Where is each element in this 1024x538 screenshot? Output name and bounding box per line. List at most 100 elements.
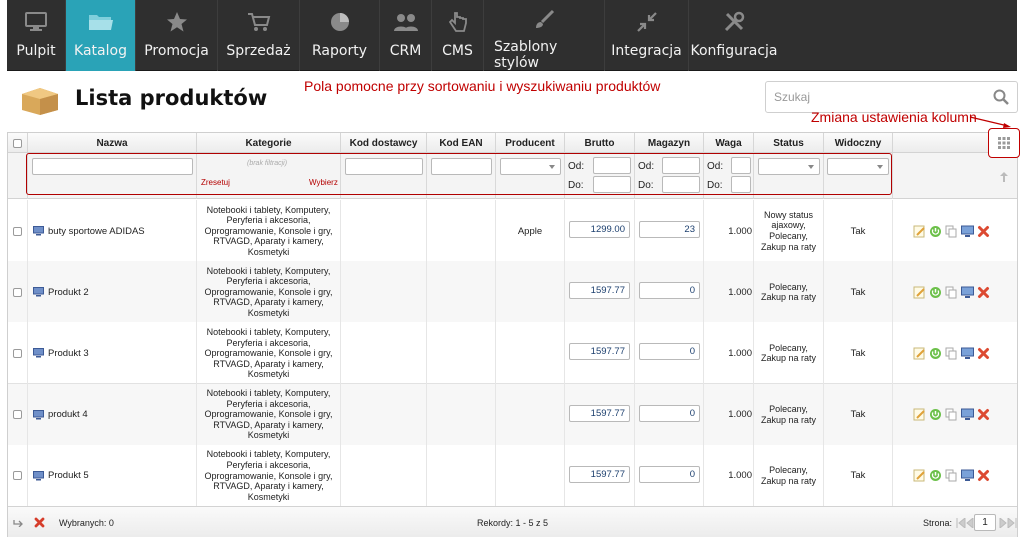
delete-icon[interactable] (977, 408, 990, 421)
column-header-waga[interactable]: Waga (704, 133, 754, 153)
nav-item-crm[interactable]: CRM (380, 0, 432, 71)
column-header-widoczny[interactable]: Widoczny (824, 133, 893, 153)
filter-magazyn-from[interactable] (662, 157, 700, 174)
page-title: Lista produktów (75, 86, 268, 110)
row-checkbox[interactable] (13, 471, 22, 481)
toggle-status-icon[interactable] (929, 286, 942, 299)
product-name[interactable]: buty sportowe ADIDAS (48, 226, 145, 237)
choose-link[interactable]: Wybierz (309, 178, 338, 187)
edit-icon[interactable] (913, 408, 926, 421)
column-header-kod-dostawcy[interactable]: Kod dostawcy (341, 133, 427, 153)
column-header-magazyn[interactable]: Magazyn (635, 133, 704, 153)
row-checkbox[interactable] (13, 348, 22, 358)
stock-input[interactable]: 23 (639, 221, 700, 238)
column-settings-button[interactable] (988, 128, 1020, 158)
product-name[interactable]: Produkt 5 (48, 470, 89, 481)
toggle-status-icon[interactable] (929, 408, 942, 421)
product-name[interactable]: produkt 4 (48, 409, 88, 420)
table-row[interactable]: buty sportowe ADIDAS Notebooki i tablety,… (8, 200, 1017, 262)
gross-price-input[interactable]: 1597.77 (569, 404, 630, 422)
toggle-status-icon[interactable] (929, 469, 942, 482)
nav-item-raporty[interactable]: Raporty (300, 0, 380, 71)
stock-input[interactable]: 0 (639, 404, 700, 422)
copy-icon[interactable] (945, 408, 958, 421)
filter-brutto-to[interactable] (593, 176, 631, 193)
gross-price-input[interactable]: 1597.77 (569, 343, 630, 361)
cell-kategorie: Notebooki i tablety, Komputery, Peryferi… (197, 322, 341, 385)
nav-item-cms[interactable]: CMS (432, 0, 484, 71)
filter-nazwa-input[interactable] (32, 158, 193, 175)
page-input[interactable] (974, 514, 996, 531)
copy-icon[interactable] (945, 469, 958, 482)
preview-icon[interactable] (961, 408, 974, 421)
scroll-top-arrow-icon[interactable] (1000, 172, 1008, 182)
filter-kod-ean-input[interactable] (431, 158, 492, 175)
column-header-kategorie[interactable]: Kategorie (197, 133, 341, 153)
filter-kod-dostawcy-input[interactable] (345, 158, 423, 175)
nav-item-szablony-stylow[interactable]: Szablony stylów (484, 0, 605, 71)
column-header-kod-ean[interactable]: Kod EAN (427, 133, 496, 153)
from-label: Od: (638, 161, 655, 172)
delete-icon[interactable] (977, 286, 990, 299)
delete-icon[interactable] (977, 347, 990, 360)
toggle-status-icon[interactable] (929, 347, 942, 360)
edit-icon[interactable] (913, 347, 926, 360)
edit-icon[interactable] (913, 286, 926, 299)
table-row[interactable]: Produkt 2 Notebooki i tablety, Komputery,… (8, 261, 1017, 324)
row-checkbox[interactable] (13, 226, 22, 236)
page-next-icon[interactable] (999, 518, 1017, 528)
page-prev-icon[interactable] (956, 518, 974, 528)
nav-item-katalog[interactable]: Katalog (66, 0, 136, 71)
copy-icon[interactable] (945, 225, 958, 238)
column-header-nazwa[interactable]: Nazwa (28, 133, 197, 153)
gross-price-input[interactable]: 1299.00 (569, 221, 630, 238)
product-name[interactable]: Produkt 2 (48, 287, 89, 298)
filter-waga-from[interactable] (731, 157, 751, 174)
copy-icon[interactable] (945, 286, 958, 299)
column-header-brutto[interactable]: Brutto (565, 133, 635, 153)
filter-widoczny-select[interactable] (827, 158, 889, 175)
edit-icon[interactable] (913, 225, 926, 238)
preview-icon[interactable] (961, 347, 974, 360)
table-row[interactable]: produkt 4 Notebooki i tablety, Komputery,… (8, 383, 1017, 446)
select-all-checkbox[interactable] (13, 138, 22, 148)
product-name[interactable]: Produkt 3 (48, 348, 89, 359)
cell-nazwa: buty sportowe ADIDAS (28, 200, 197, 262)
arrow-right-icon[interactable] (13, 518, 24, 527)
search-input[interactable] (766, 82, 976, 112)
delete-icon[interactable] (977, 225, 990, 238)
nav-item-konfiguracja[interactable]: Konfiguracja (689, 0, 779, 71)
nav-item-integracja[interactable]: Integracja (605, 0, 689, 71)
preview-icon[interactable] (961, 225, 974, 238)
stock-input[interactable]: 0 (639, 282, 700, 300)
delete-selected-icon[interactable] (34, 517, 45, 528)
nav-item-promocja[interactable]: Promocja (136, 0, 218, 71)
filter-brutto-from[interactable] (593, 157, 631, 174)
row-checkbox[interactable] (13, 410, 22, 420)
preview-icon[interactable] (961, 286, 974, 299)
stock-input[interactable]: 0 (639, 343, 700, 361)
filter-widoczny (824, 153, 893, 199)
nav-item-pulpit[interactable]: Pulpit (7, 0, 66, 71)
filter-magazyn-to[interactable] (662, 176, 700, 193)
delete-icon[interactable] (977, 469, 990, 482)
row-checkbox[interactable] (13, 287, 22, 297)
table-row[interactable]: Produkt 5 Notebooki i tablety, Komputery,… (8, 444, 1017, 507)
preview-icon[interactable] (961, 469, 974, 482)
toggle-status-icon[interactable] (929, 225, 942, 238)
reset-link[interactable]: Zresetuj (201, 178, 230, 187)
filter-status-select[interactable] (758, 158, 820, 175)
search-icon[interactable] (993, 89, 1009, 105)
gross-price-input[interactable]: 1597.77 (569, 465, 630, 483)
column-header-producent[interactable]: Producent (496, 133, 565, 153)
filter-waga-to[interactable] (731, 176, 751, 193)
stock-input[interactable]: 0 (639, 465, 700, 483)
filter-producent-select[interactable] (500, 158, 561, 175)
cell-waga: 1.000 (704, 444, 754, 507)
column-header-status[interactable]: Status (754, 133, 824, 153)
gross-price-input[interactable]: 1597.77 (569, 282, 630, 300)
table-row[interactable]: Produkt 3 Notebooki i tablety, Komputery,… (8, 322, 1017, 385)
nav-item-sprzedaz[interactable]: Sprzedaż (218, 0, 300, 71)
copy-icon[interactable] (945, 347, 958, 360)
edit-icon[interactable] (913, 469, 926, 482)
